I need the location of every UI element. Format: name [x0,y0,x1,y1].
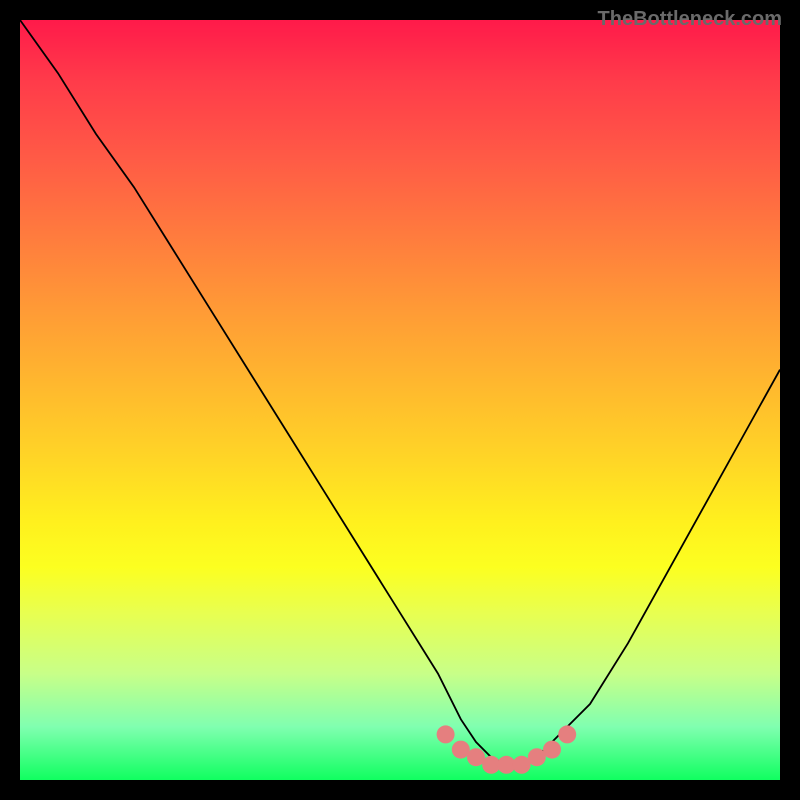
chart-area [20,20,780,780]
bottleneck-curve-line [20,20,780,765]
watermark-text: TheBottleneck.com [598,8,782,31]
marker-dot [543,741,561,759]
marker-dot [558,725,576,743]
marker-dot [437,725,455,743]
marker-dots [437,725,577,773]
chart-svg [20,20,780,780]
